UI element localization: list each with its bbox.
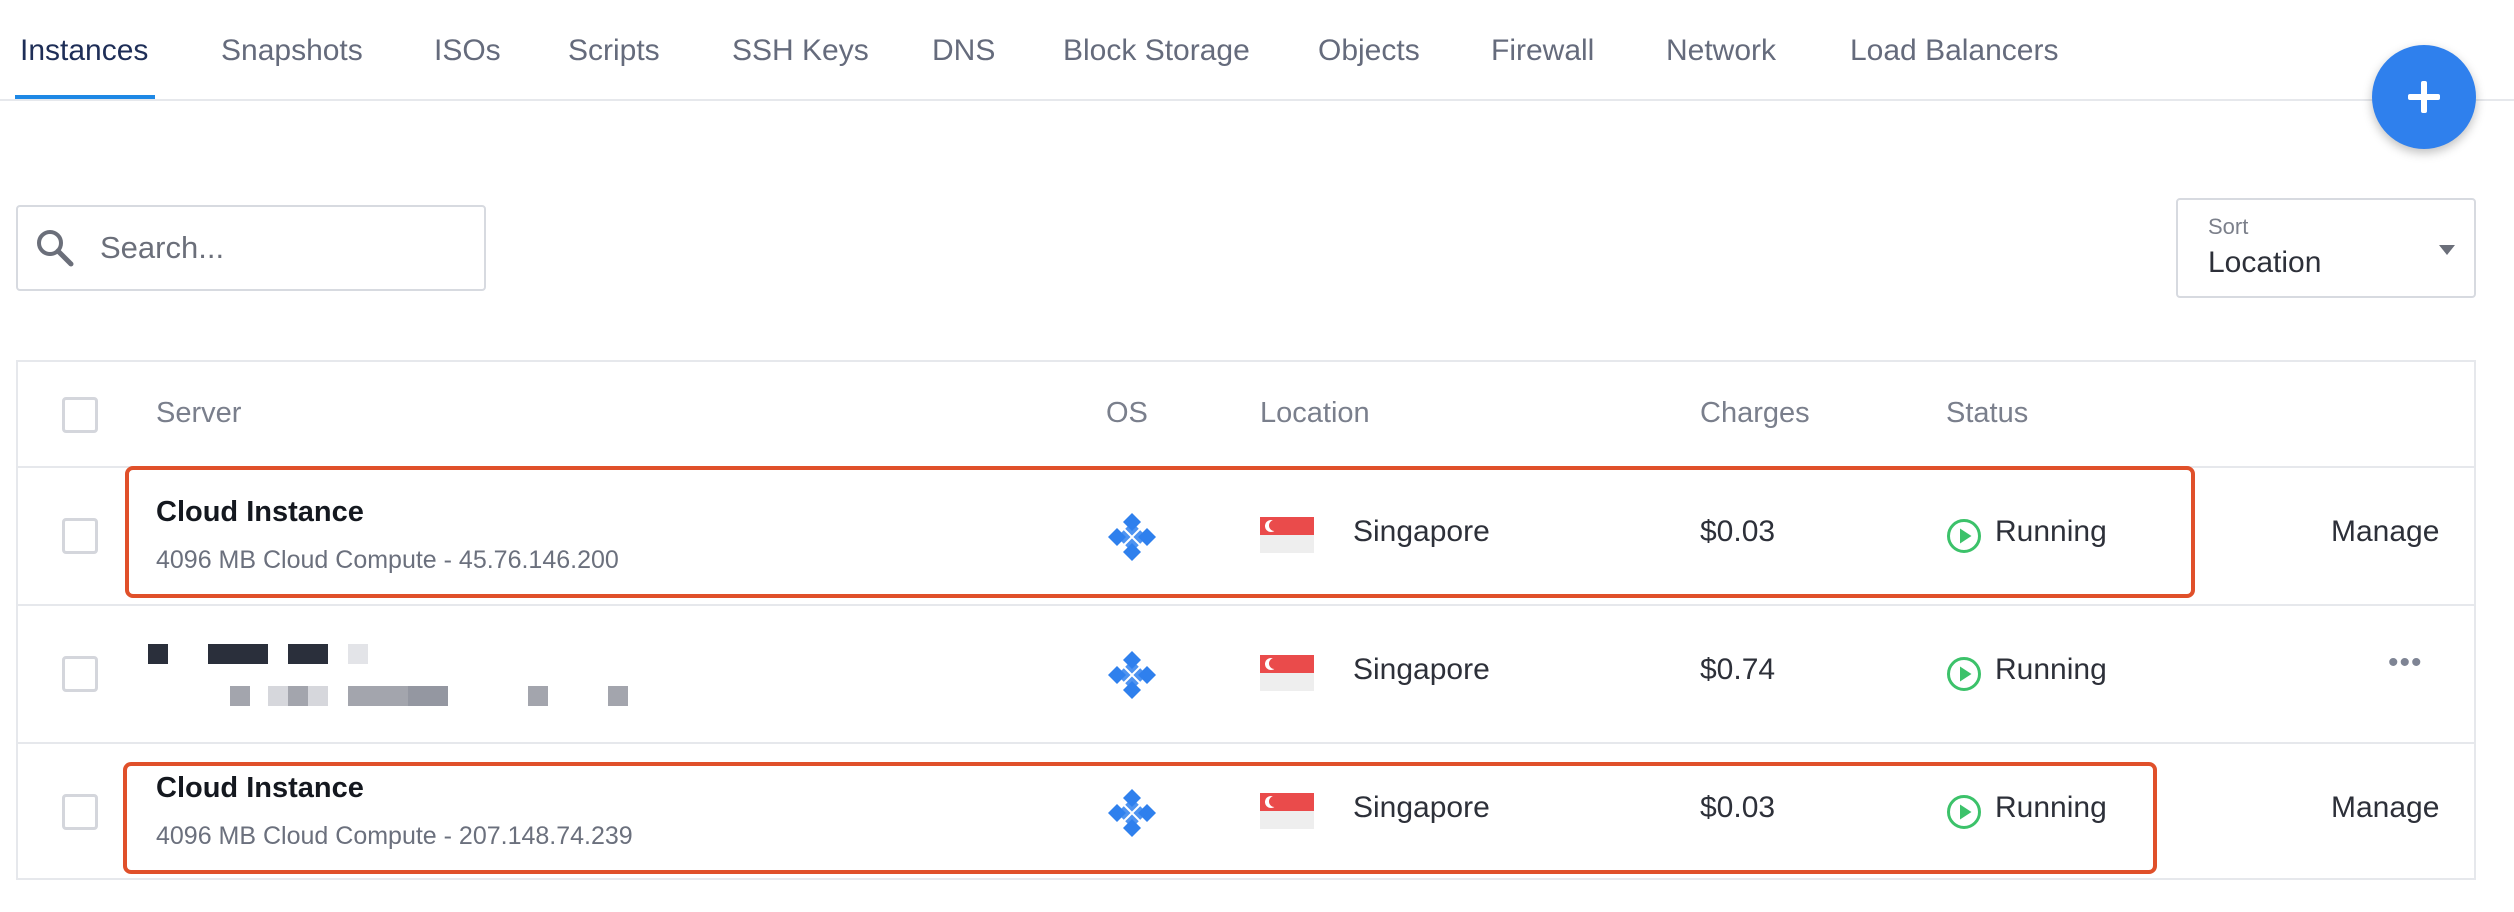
column-header-charges: Charges xyxy=(1700,397,1810,429)
tab-bar: Instances Snapshots ISOs Scripts SSH Key… xyxy=(0,0,2514,101)
row-checkbox[interactable] xyxy=(62,794,98,830)
tab-ssh-keys[interactable]: SSH Keys xyxy=(732,30,869,72)
tab-scripts[interactable]: Scripts xyxy=(568,30,660,72)
row-highlight-box xyxy=(125,466,2195,598)
sort-label: Sort xyxy=(2208,214,2249,239)
charges-text: $0.74 xyxy=(1700,653,1776,686)
search-box xyxy=(16,205,486,291)
sort-value: Location xyxy=(2208,246,2322,279)
row-checkbox[interactable] xyxy=(62,656,98,692)
plus-icon xyxy=(2408,81,2440,113)
column-header-location: Location xyxy=(1260,397,1370,429)
row-checkbox[interactable] xyxy=(62,518,98,554)
tab-isos[interactable]: ISOs xyxy=(434,30,501,72)
os-logo-icon xyxy=(1108,651,1156,699)
column-header-server: Server xyxy=(156,397,242,429)
tab-snapshots[interactable]: Snapshots xyxy=(221,30,363,72)
column-header-os: OS xyxy=(1106,397,1148,429)
sort-select[interactable]: Sort Location xyxy=(2176,198,2476,298)
caret-down-icon xyxy=(2439,245,2455,255)
row-highlight-box xyxy=(123,762,2157,874)
tab-instances[interactable]: Instances xyxy=(20,30,148,72)
search-icon xyxy=(37,230,74,267)
select-all-checkbox[interactable] xyxy=(62,397,98,433)
tab-load-balancers[interactable]: Load Balancers xyxy=(1850,30,2058,72)
manage-link[interactable]: Manage xyxy=(2331,515,2439,549)
search-input[interactable] xyxy=(100,223,470,273)
tab-network[interactable]: Network xyxy=(1666,30,1776,72)
location-text: Singapore xyxy=(1353,653,1490,686)
add-instance-button[interactable] xyxy=(2372,45,2476,149)
tab-block-storage[interactable]: Block Storage xyxy=(1063,30,1250,72)
play-circle-icon xyxy=(1947,657,1981,691)
table-header: Server OS Location Charges Status xyxy=(18,362,2474,468)
column-header-status: Status xyxy=(1946,397,2029,429)
tab-objects[interactable]: Objects xyxy=(1318,30,1420,72)
more-options-button[interactable]: ••• xyxy=(2388,646,2423,680)
table-row[interactable]: Singapore $0.74 Running ••• xyxy=(18,606,2474,744)
active-tab-indicator xyxy=(15,95,155,99)
status-text: Running xyxy=(1995,653,2107,686)
singapore-flag-icon xyxy=(1260,655,1314,691)
manage-link[interactable]: Manage xyxy=(2331,791,2439,825)
tab-dns[interactable]: DNS xyxy=(932,30,995,72)
tab-firewall[interactable]: Firewall xyxy=(1491,30,1594,72)
